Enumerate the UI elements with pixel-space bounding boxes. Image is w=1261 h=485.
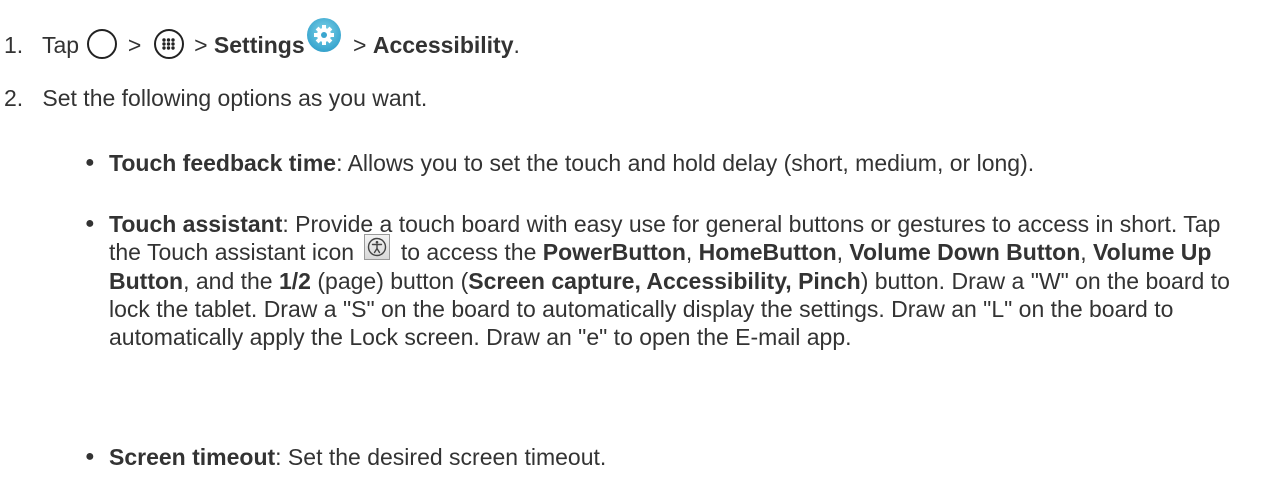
- settings-gear-icon: [306, 18, 341, 52]
- comma: ,: [836, 239, 844, 265]
- step-1: 1. Tap > > Settings > Accessibility.: [4, 18, 520, 64]
- step-2: 2. Set the following options as you want…: [4, 84, 427, 112]
- screen-timeout-label: Screen timeout: [109, 444, 276, 470]
- step-1-sep-3: >: [353, 32, 367, 59]
- step-2-text: Set the following options as you want.: [42, 85, 428, 111]
- power-button-label: PowerButton: [542, 239, 686, 265]
- option-touch-assistant: ● Touch assistant: Provide a touch board…: [85, 210, 1249, 351]
- page-label: 1/2: [279, 267, 311, 294]
- volume-down-label: Volume Down Button: [849, 239, 1081, 265]
- home-button-label: HomeButton: [698, 239, 837, 265]
- settings-label: Settings: [213, 32, 305, 59]
- step-1-number: 1.: [4, 32, 24, 59]
- comma: ,: [685, 239, 693, 265]
- touch-assistant-label: Touch assistant: [109, 211, 283, 237]
- touch-assistant-desc-2: to access the: [400, 239, 537, 265]
- option-screen-timeout: ● Screen timeout: Set the desired screen…: [85, 442, 1249, 472]
- apps-icon: [153, 29, 184, 59]
- touch-feedback-desc: : Allows you to set the touch and hold d…: [336, 150, 1035, 176]
- extras-label: Screen capture, Accessibility, Pinch: [468, 267, 861, 294]
- touch-assistant-icon: [364, 233, 391, 260]
- step-1-period: .: [513, 32, 520, 59]
- bullet-dot: ●: [85, 154, 95, 171]
- step-1-sep-2: >: [194, 32, 208, 59]
- step-2-number: 2.: [4, 85, 24, 111]
- home-circle-icon: [87, 29, 118, 59]
- step-1-sep-1: >: [127, 32, 142, 59]
- step-1-tap: Tap: [41, 32, 80, 59]
- and-the-text: , and the: [183, 267, 273, 294]
- bullet-dot: ●: [85, 448, 95, 465]
- page-button-text: (page) button (: [317, 267, 469, 294]
- touch-feedback-label: Touch feedback time: [109, 150, 337, 176]
- accessibility-label: Accessibility: [372, 32, 514, 59]
- comma: ,: [1080, 239, 1087, 265]
- bullet-dot: ●: [85, 215, 95, 232]
- option-touch-feedback-time: ● Touch feedback time: Allows you to set…: [85, 148, 1249, 178]
- screen-timeout-desc: : Set the desired screen timeout.: [275, 444, 607, 470]
